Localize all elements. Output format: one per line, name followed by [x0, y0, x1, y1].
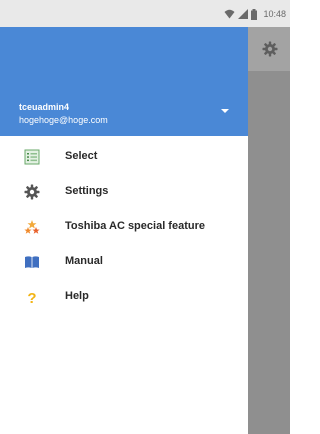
list-icon [24, 149, 40, 165]
menu-item-label: Manual [65, 255, 103, 267]
menu-item-label: Select [65, 150, 98, 162]
menu-item-label: Settings [65, 185, 109, 197]
menu-item-label: Help [65, 290, 89, 302]
battery-icon [251, 8, 258, 20]
gear-icon [24, 184, 40, 200]
menu-item-manual[interactable]: Manual [0, 247, 248, 277]
signal-icon [238, 9, 249, 19]
status-bar: 10:48 [0, 0, 290, 27]
book-icon [25, 256, 39, 268]
account-header[interactable]: tceuadmin4 hogehoge@hoge.com [0, 27, 248, 136]
menu-item-select[interactable]: Select [0, 142, 248, 172]
gear-icon[interactable] [262, 41, 278, 57]
dropdown-caret-icon[interactable] [221, 109, 229, 113]
background-scrim[interactable] [248, 27, 290, 434]
menu-item-help[interactable]: ? Help [0, 282, 248, 312]
account-username: tceuadmin4 [19, 102, 70, 112]
account-email: hogehoge@hoge.com [19, 115, 108, 125]
navigation-drawer: tceuadmin4 hogehoge@hoge.com Select Sett… [0, 27, 248, 434]
question-icon: ? [27, 290, 36, 305]
svg-text:?: ? [27, 290, 36, 305]
menu-item-settings[interactable]: Settings [0, 177, 248, 207]
status-time: 10:48 [263, 9, 286, 19]
stars-icon [24, 220, 40, 234]
menu-item-label: Toshiba AC special feature [65, 220, 205, 232]
status-icons: 10:48 [224, 7, 286, 21]
menu-item-special-feature[interactable]: Toshiba AC special feature [0, 212, 248, 242]
wifi-icon [224, 9, 235, 19]
